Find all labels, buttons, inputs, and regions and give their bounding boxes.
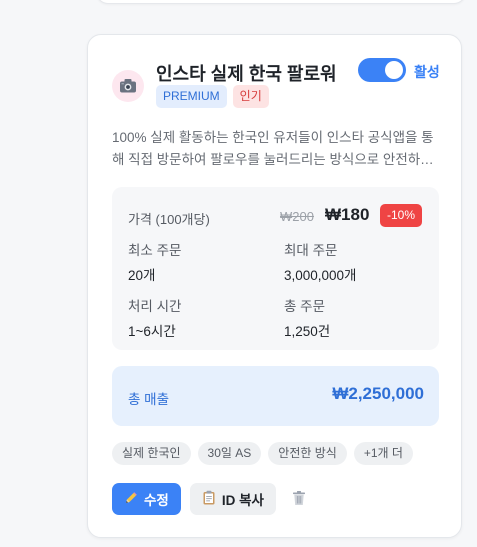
total-orders-stat: 총 주문 1,250건 bbox=[284, 295, 330, 340]
clipboard-icon bbox=[202, 490, 216, 508]
revenue-label: 총 매출 bbox=[128, 392, 170, 407]
badge-group: PREMIUM 인기 bbox=[156, 85, 269, 108]
max-order-label: 최대 주문 bbox=[284, 243, 338, 258]
service-description: 100% 실제 활동하는 한국인 유저들이 인스타 공식앱을 통해 직접 방문하… bbox=[112, 130, 434, 167]
discount-badge: -10% bbox=[380, 204, 423, 227]
popular-badge: 인기 bbox=[232, 85, 269, 108]
processing-time-stat: 처리 시간 1~6시간 bbox=[128, 295, 181, 340]
processing-time-label: 처리 시간 bbox=[128, 299, 182, 314]
processing-time-value: 1~6시간 bbox=[128, 324, 176, 339]
min-order-stat: 최소 주문 20개 bbox=[128, 239, 181, 284]
premium-badge: PREMIUM bbox=[156, 85, 227, 108]
max-order-value: 3,000,000개 bbox=[284, 268, 357, 283]
original-price: ₩200 bbox=[280, 209, 314, 224]
revenue-value: ₩2,250,000 bbox=[332, 384, 424, 403]
more-tags-chip[interactable]: +1개 더 bbox=[353, 442, 413, 465]
pricing-panel: 가격 (100개당) ₩200 ₩180 -10% 최소 주문 20개 최대 주… bbox=[112, 187, 439, 350]
feature-tag: 안전한 방식 bbox=[268, 442, 347, 465]
feature-tag: 30일 AS bbox=[197, 442, 262, 465]
feature-tag: 실제 한국인 bbox=[112, 442, 191, 465]
price-label: 가격 (100개당) bbox=[128, 212, 210, 227]
trash-icon bbox=[292, 490, 306, 509]
active-toggle[interactable] bbox=[358, 58, 406, 82]
service-card: 인스타 실제 한국 팔로워 PREMIUM 인기 활성 100% 실제 활동하는… bbox=[87, 34, 462, 538]
service-title: 인스타 실제 한국 팔로워 bbox=[156, 64, 337, 84]
edit-button[interactable]: 수정 bbox=[112, 483, 181, 515]
min-order-value: 20개 bbox=[128, 268, 156, 283]
copy-id-label: ID 복사 bbox=[221, 493, 264, 508]
edit-button-label: 수정 bbox=[144, 493, 169, 508]
toggle-knob bbox=[385, 61, 403, 79]
copy-id-button[interactable]: ID 복사 bbox=[189, 483, 276, 515]
delete-button[interactable] bbox=[285, 483, 313, 515]
total-orders-value: 1,250건 bbox=[284, 324, 331, 339]
min-order-label: 최소 주문 bbox=[128, 243, 182, 258]
card-actions: 수정 ID 복사 bbox=[112, 483, 313, 515]
previous-card-edge bbox=[96, 0, 466, 4]
pencil-icon bbox=[124, 491, 138, 508]
max-order-stat: 최대 주문 3,000,000개 bbox=[284, 239, 356, 284]
status-label: 활성 bbox=[414, 64, 440, 80]
total-orders-label: 총 주문 bbox=[284, 299, 326, 314]
revenue-panel: 총 매출 ₩2,250,000 bbox=[112, 366, 439, 426]
camera-icon bbox=[112, 70, 144, 102]
current-price: ₩180 bbox=[325, 205, 370, 224]
feature-tags: 실제 한국인 30일 AS 안전한 방식 +1개 더 bbox=[112, 442, 413, 465]
